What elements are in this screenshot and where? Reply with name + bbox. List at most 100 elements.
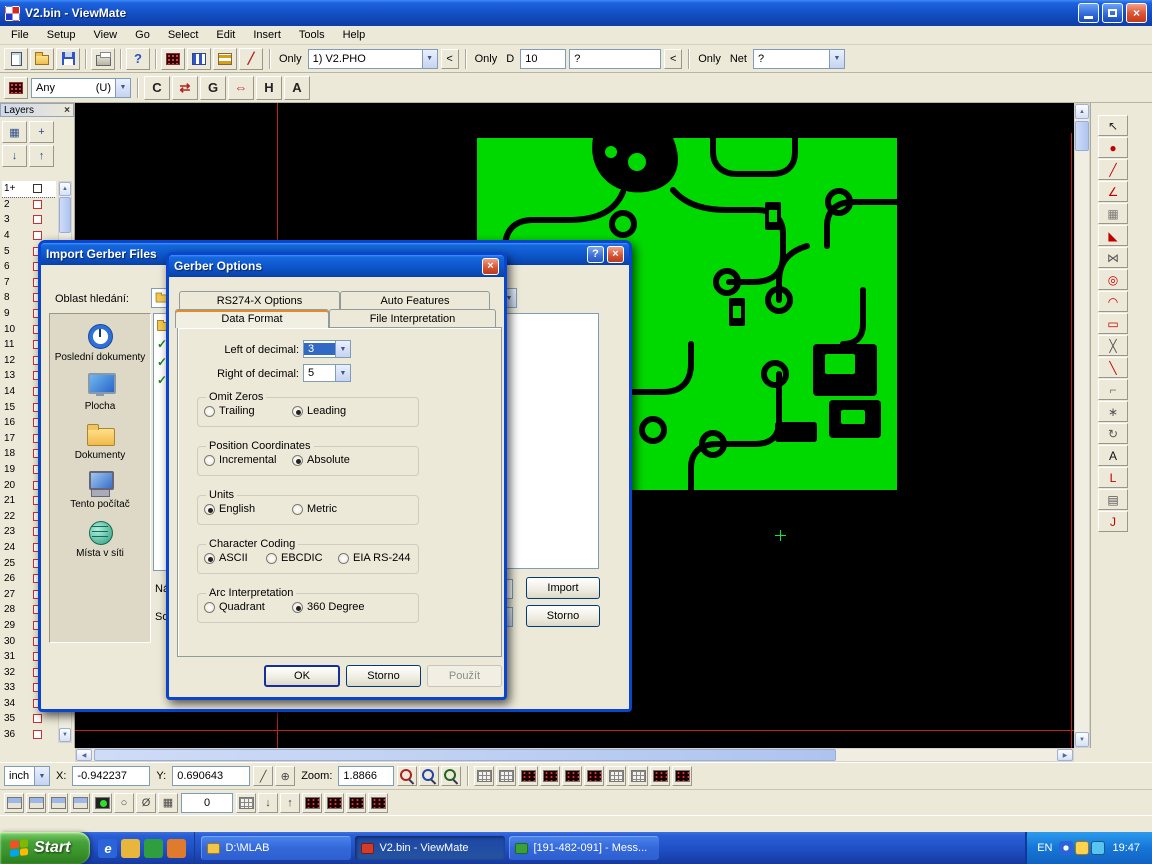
layer-visibility-checkbox[interactable] bbox=[33, 714, 42, 723]
angle-measure-icon[interactable]: ╱ bbox=[239, 48, 263, 70]
mesh-icon[interactable] bbox=[606, 766, 626, 786]
radio-ascii[interactable]: ASCII bbox=[204, 552, 266, 564]
zoom-in-icon[interactable] bbox=[397, 766, 417, 786]
dcode-table-icon[interactable] bbox=[187, 48, 211, 70]
grid-dots-icon[interactable] bbox=[474, 766, 494, 786]
zoom-window-icon[interactable] bbox=[419, 766, 439, 786]
save-icon[interactable] bbox=[56, 48, 80, 70]
place-desktop[interactable]: Plocha bbox=[53, 371, 147, 412]
left-decimal-select[interactable]: 3 ▼ bbox=[303, 340, 351, 358]
zoom-value[interactable]: 1.8866 bbox=[338, 766, 394, 786]
prev-layer-button[interactable]: < bbox=[441, 49, 459, 69]
highlight-icon[interactable]: H bbox=[256, 76, 282, 100]
radio-leading[interactable]: Leading bbox=[292, 405, 380, 417]
new-file-icon[interactable] bbox=[4, 48, 28, 70]
place-recent-documents[interactable]: Poslední dokumenty bbox=[53, 322, 147, 363]
rotate-tool-icon[interactable]: ↻ bbox=[1098, 423, 1128, 444]
swap-layers-icon[interactable]: ⇄ bbox=[172, 76, 198, 100]
radio-quadrant[interactable]: Quadrant bbox=[204, 601, 292, 613]
radio-360-degree[interactable]: 360 Degree bbox=[292, 601, 380, 613]
checker-icon[interactable] bbox=[672, 766, 692, 786]
menu-item-insert[interactable]: Insert bbox=[244, 27, 290, 43]
grid-lines-icon[interactable] bbox=[496, 766, 516, 786]
film-b-icon[interactable] bbox=[324, 793, 344, 813]
add-circle-icon[interactable]: ◎ bbox=[1098, 269, 1128, 290]
select-window-icon[interactable]: ▭ bbox=[1098, 313, 1128, 334]
step-repeat-icon[interactable]: ⌐ bbox=[1098, 379, 1128, 400]
diag-grid-icon[interactable] bbox=[650, 766, 670, 786]
dcode-filter-input[interactable]: ? bbox=[569, 49, 661, 69]
film-c-icon[interactable] bbox=[346, 793, 366, 813]
sketch-icon[interactable]: ╲ bbox=[1098, 357, 1128, 378]
start-button[interactable]: Start bbox=[0, 832, 90, 864]
media-icon[interactable] bbox=[144, 839, 163, 858]
minimize-button[interactable] bbox=[1078, 3, 1099, 23]
table-icon[interactable]: ▦ bbox=[158, 793, 178, 813]
zoom-all-icon[interactable] bbox=[441, 766, 461, 786]
layer-row-36[interactable]: 36 bbox=[2, 727, 56, 743]
scroll-down-icon[interactable]: ▼ bbox=[1075, 732, 1089, 747]
firefox-icon[interactable] bbox=[167, 839, 186, 858]
copper-top-icon[interactable] bbox=[4, 793, 24, 813]
measure-icon[interactable]: ╳ bbox=[1098, 335, 1128, 356]
import-cancel-button[interactable]: Storno bbox=[526, 605, 600, 627]
aperture-list-icon[interactable] bbox=[161, 48, 185, 70]
dropdown-arrow-icon[interactable]: ▼ bbox=[115, 79, 130, 97]
dropdown-arrow-icon[interactable]: ▼ bbox=[335, 365, 350, 381]
any-filter-select[interactable]: Any (U) ▼ bbox=[31, 78, 131, 98]
right-decimal-select[interactable]: 5 ▼ bbox=[303, 364, 351, 382]
mask-layer-icon[interactable] bbox=[70, 793, 90, 813]
mirror-tool-icon[interactable]: ⋈ bbox=[1098, 247, 1128, 268]
radio-ebcdic[interactable]: EBCDIC bbox=[266, 552, 338, 564]
place-my-computer[interactable]: Tento počítač bbox=[53, 469, 147, 510]
tab-rs274-x-options[interactable]: RS274-X Options bbox=[179, 291, 340, 309]
layer-row-35[interactable]: 35 bbox=[2, 711, 56, 727]
layer-select[interactable]: 1) V2.PHO ▼ bbox=[308, 49, 438, 69]
radio-metric[interactable]: Metric bbox=[292, 503, 380, 515]
net-select[interactable]: ? ▼ bbox=[753, 49, 845, 69]
vertical-scrollbar-thumb[interactable] bbox=[1075, 121, 1089, 151]
layer-visibility-checkbox[interactable] bbox=[33, 200, 42, 209]
layer-visibility-checkbox[interactable] bbox=[33, 215, 42, 224]
dropdown-arrow-icon[interactable]: ▼ bbox=[34, 767, 49, 785]
mirror-icon[interactable]: ⇔ bbox=[228, 76, 254, 100]
place-documents[interactable]: Dokumenty bbox=[53, 420, 147, 461]
radio-trailing[interactable]: Trailing bbox=[204, 405, 292, 417]
scroll-up-icon[interactable]: ▲ bbox=[59, 182, 71, 196]
task-191-482-091-mess[interactable]: [191-482-091] - Mess... bbox=[509, 836, 659, 860]
add-arc-icon[interactable]: ◠ bbox=[1098, 291, 1128, 312]
maximize-button[interactable] bbox=[1102, 3, 1123, 23]
scroll-left-icon[interactable]: ◀ bbox=[76, 749, 92, 761]
close-button[interactable]: × bbox=[1126, 3, 1147, 23]
layer-l-icon[interactable]: L bbox=[1098, 467, 1128, 488]
tab-data-format[interactable]: Data Format bbox=[175, 309, 329, 328]
film-d-icon[interactable] bbox=[368, 793, 388, 813]
anchor-up-icon[interactable]: ↑ bbox=[280, 793, 300, 813]
anchor-down-icon[interactable]: ↓ bbox=[258, 793, 278, 813]
layer-row-1[interactable]: 1+ bbox=[2, 181, 56, 197]
grid-value[interactable]: 0 bbox=[181, 793, 233, 813]
add-polygon-icon[interactable]: ◣ bbox=[1098, 225, 1128, 246]
layer-visibility-checkbox[interactable] bbox=[33, 184, 42, 193]
place-network-places[interactable]: Místa v síti bbox=[53, 518, 147, 559]
layer-swatch-icon[interactable] bbox=[4, 77, 28, 99]
scroll-up-icon[interactable]: ▲ bbox=[1075, 104, 1089, 119]
messenger-icon[interactable] bbox=[1075, 841, 1089, 855]
layer-add-icon[interactable]: + bbox=[29, 121, 54, 143]
dropdown-arrow-icon[interactable]: ▼ bbox=[422, 50, 437, 68]
film-red-1-icon[interactable] bbox=[518, 766, 538, 786]
radio-eia-rs-244[interactable]: EIA RS-244 bbox=[338, 552, 410, 564]
radio-english[interactable]: English bbox=[204, 503, 292, 515]
menu-item-go[interactable]: Go bbox=[126, 27, 159, 43]
layers-close-icon[interactable]: × bbox=[64, 105, 70, 116]
add-vertex-icon[interactable]: ∠ bbox=[1098, 181, 1128, 202]
prev-dcode-button[interactable]: < bbox=[664, 49, 682, 69]
print-icon[interactable] bbox=[91, 48, 115, 70]
menu-item-setup[interactable]: Setup bbox=[38, 27, 85, 43]
add-trace-icon[interactable]: ╱ bbox=[1098, 159, 1128, 180]
horizontal-scrollbar[interactable]: ◀ ▶ bbox=[75, 748, 1074, 762]
text-marker-icon[interactable]: A bbox=[284, 76, 310, 100]
snap-grid-icon[interactable] bbox=[236, 793, 256, 813]
layer-row-3[interactable]: 3 bbox=[2, 212, 56, 228]
only-dcode-label[interactable]: Only bbox=[475, 53, 498, 65]
